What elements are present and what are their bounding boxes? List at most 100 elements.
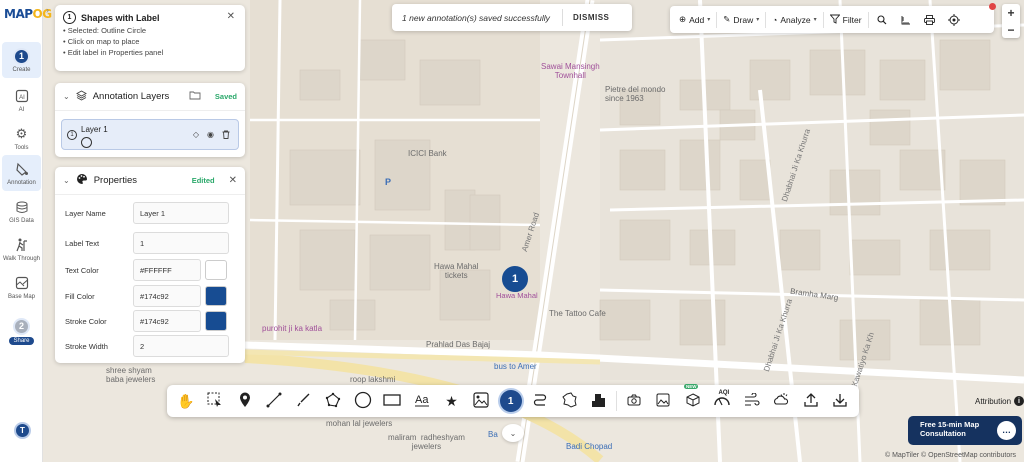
weather-icon: [773, 392, 789, 411]
eye-icon[interactable]: ◉: [207, 130, 214, 141]
rail-ai[interactable]: AI AI: [2, 82, 41, 118]
rail-walk-through[interactable]: Walk Through: [2, 231, 41, 267]
stroke-color-input[interactable]: #174c92: [133, 310, 201, 332]
notification-dot: [989, 3, 996, 10]
poi-sawai-townhall[interactable]: Sawai Mansingh Townhall: [541, 62, 600, 80]
fill-color-input[interactable]: #174c92: [133, 285, 201, 307]
locate-me-icon[interactable]: [942, 9, 966, 30]
poi-mohan-lal[interactable]: mohan lal jewelers: [326, 419, 392, 428]
step-1-icon: 1: [13, 47, 30, 65]
rail-annotation[interactable]: Annotation: [2, 155, 41, 191]
rail-create[interactable]: 1 Create: [2, 42, 41, 78]
weather-tool[interactable]: [767, 387, 797, 415]
search-icon[interactable]: [870, 9, 894, 30]
poi-badi-chopad[interactable]: Badi Chopad: [566, 442, 612, 451]
prop-stroke-color: Stroke Color #174c92: [65, 310, 237, 332]
marker-tool[interactable]: [230, 387, 260, 415]
poi-pietre[interactable]: Pietre del mondo since 1963: [605, 85, 665, 103]
freehand-tool[interactable]: [289, 387, 319, 415]
text-color-input[interactable]: #FFFFFF: [133, 259, 201, 281]
stroke-color-swatch[interactable]: [205, 311, 227, 331]
logo[interactable]: MAPOG: [4, 7, 52, 21]
measure-icon[interactable]: [894, 9, 918, 30]
properties-title: Properties: [93, 175, 138, 186]
download-icon: [833, 393, 848, 410]
attribution-button[interactable]: Attribution i: [975, 396, 1024, 406]
chevron-down-icon[interactable]: ⌄: [502, 424, 524, 442]
aqi-tool[interactable]: AQI: [708, 387, 738, 415]
label-text-input[interactable]: 1: [133, 232, 229, 254]
building-tool[interactable]: [584, 387, 614, 415]
poi-icici[interactable]: ICICI Bank: [408, 149, 447, 158]
rectangle-tool[interactable]: [378, 387, 408, 415]
circle-shape-icon: [81, 137, 92, 148]
polygon-tool[interactable]: [319, 387, 349, 415]
shapes-icon: [13, 161, 30, 178]
layer-number-icon: 1: [67, 130, 77, 140]
draw-button[interactable]: ✎ Draw ▾: [718, 9, 764, 30]
close-icon[interactable]: ✕: [227, 11, 235, 22]
stroke-width-input[interactable]: 2: [133, 335, 229, 357]
circle-tool[interactable]: [348, 387, 378, 415]
poi-maliram[interactable]: maliram radheshyam jewelers: [388, 433, 465, 451]
image-icon: [473, 391, 489, 411]
trash-icon[interactable]: [222, 130, 230, 141]
camera-tool[interactable]: [619, 387, 649, 415]
folder-icon[interactable]: [189, 90, 201, 103]
chevron-down-icon[interactable]: ⌄: [63, 176, 70, 185]
photo-tool[interactable]: [648, 387, 678, 415]
upload-button[interactable]: [796, 387, 826, 415]
locate-icon[interactable]: ◇: [193, 130, 199, 141]
poi-tattoo-cafe[interactable]: The Tattoo Cafe: [549, 309, 606, 318]
add-button[interactable]: ⊕ Add ▾: [674, 9, 715, 30]
zoom-out-button[interactable]: −: [1002, 21, 1020, 38]
text-tool[interactable]: Aa: [407, 387, 437, 415]
print-icon[interactable]: [918, 9, 942, 30]
avatar[interactable]: T: [14, 422, 31, 439]
download-button[interactable]: [826, 387, 856, 415]
plus-circle-icon: ⊕: [679, 14, 687, 24]
poi-purohit[interactable]: purohit ji ka katla: [262, 324, 322, 333]
analyze-button[interactable]: ◔ Analyze ▾: [767, 9, 821, 30]
layer-name-input[interactable]: Layer 1: [133, 202, 229, 224]
filter-button[interactable]: Filter: [825, 9, 867, 30]
poi-bus-to-amer[interactable]: bus to Amer: [494, 362, 537, 371]
pie-chart-icon: ◔: [772, 14, 778, 25]
parking-icon[interactable]: P: [385, 177, 391, 187]
rail-share[interactable]: 2 Share: [2, 314, 41, 348]
wind-tool[interactable]: [737, 387, 767, 415]
image-tool[interactable]: [466, 387, 496, 415]
chevron-down-icon[interactable]: ⌄: [63, 92, 70, 101]
svg-text:AI: AI: [19, 95, 25, 101]
rail-tools[interactable]: ⚙ Tools: [2, 120, 41, 156]
line-tool[interactable]: [260, 387, 290, 415]
aqi-tag: AQI: [718, 390, 730, 396]
region-tool[interactable]: [555, 387, 585, 415]
annotation-marker[interactable]: 1: [502, 266, 528, 292]
consultation-cta[interactable]: Free 15-min Map Consultation …: [908, 416, 1022, 445]
instructions-title: Shapes with Label: [81, 12, 160, 23]
route-tool[interactable]: [525, 387, 555, 415]
fill-color-swatch[interactable]: [205, 286, 227, 306]
rail-base-map[interactable]: Base Map: [2, 269, 41, 305]
poi-roop-lakshmi[interactable]: roop lakshmi: [350, 375, 395, 384]
layer-item[interactable]: 1 Layer 1 ◇ ◉: [61, 119, 239, 150]
poi-shree-shyam[interactable]: shree shyam baba jewelers: [106, 366, 155, 384]
zoom-in-button[interactable]: +: [1002, 4, 1020, 21]
shape-label-tool[interactable]: 1: [496, 387, 526, 415]
pan-tool[interactable]: ✋: [171, 387, 201, 415]
close-icon[interactable]: ✕: [229, 175, 237, 186]
instruction-line: • Click on map to place: [63, 36, 140, 46]
chat-icon[interactable]: …: [997, 421, 1016, 440]
building-icon: [591, 392, 607, 411]
rail-gis-data[interactable]: GIS Data: [2, 193, 41, 229]
dismiss-button[interactable]: DISMISS: [563, 13, 609, 22]
text-color-swatch[interactable]: [205, 260, 227, 280]
icon-tool[interactable]: ★: [437, 387, 467, 415]
poi-hawa-tickets[interactable]: Hawa Mahal tickets: [434, 262, 478, 280]
route-icon: [532, 392, 548, 411]
collapse-chevron-icon[interactable]: ›: [46, 5, 49, 15]
poi-prahlad[interactable]: Prahlad Das Bajaj: [426, 340, 490, 349]
select-tool[interactable]: [201, 387, 231, 415]
3d-tool[interactable]: NEW: [678, 384, 708, 415]
